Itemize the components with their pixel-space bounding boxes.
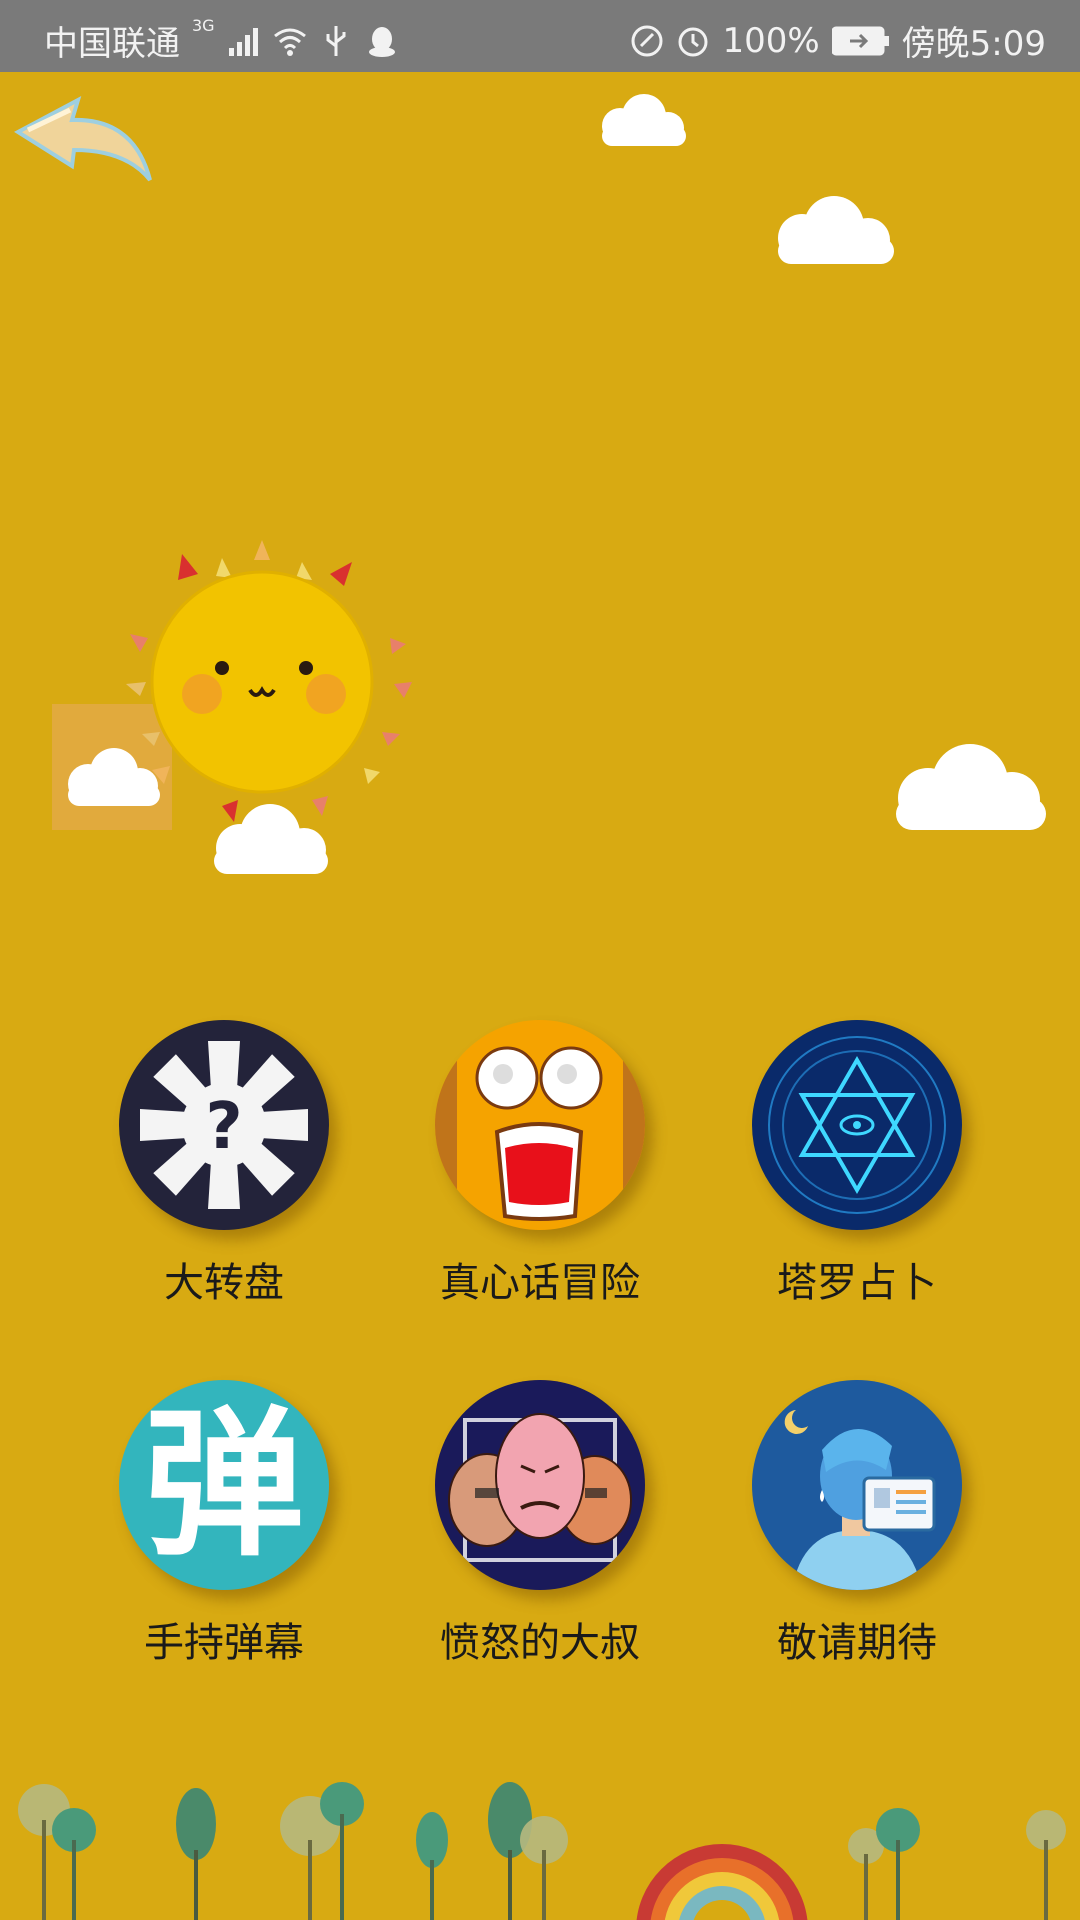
- cloud-icon: [896, 744, 1046, 830]
- cloud-icon: [68, 748, 160, 806]
- trees-decoration: [18, 1782, 1066, 1920]
- carrier-label: 中国联通: [44, 24, 180, 64]
- status-bar: 中国联通 3G 100% 傍晚5:09: [0, 0, 1080, 72]
- cloud-icon: [214, 804, 328, 874]
- back-arrow-icon[interactable]: [14, 94, 154, 182]
- clock: 傍晚5:09: [901, 24, 1046, 64]
- game-angry-uncle[interactable]: 愤怒的大叔: [410, 1380, 670, 1668]
- game-truth-or-dare[interactable]: 真心话冒险: [410, 1020, 670, 1308]
- game-label: 敬请期待: [777, 1620, 937, 1666]
- usb-icon: [326, 25, 346, 56]
- game-label: 手持弹幕: [144, 1620, 304, 1666]
- game-tarot[interactable]: 塔罗占卜: [727, 1020, 987, 1308]
- hexagram-icon: [752, 1020, 962, 1230]
- cloud-icon: [778, 196, 894, 264]
- game-danmu[interactable]: 弹 手持弹幕: [94, 1380, 354, 1668]
- wheel-icon: ?: [119, 1020, 329, 1230]
- danmu-glyph: 弹: [143, 1391, 304, 1578]
- data-saver-icon: [631, 25, 663, 56]
- wifi-icon: [273, 28, 306, 56]
- game-label: 愤怒的大叔: [440, 1620, 640, 1666]
- angry-faces-icon: [435, 1380, 645, 1590]
- battery-percent: 100%: [722, 20, 820, 61]
- coming-soon-icon: [752, 1380, 962, 1590]
- shocked-face-icon: [435, 1020, 645, 1230]
- game-wheel[interactable]: ? 大转盘: [94, 1020, 354, 1308]
- game-label: 塔罗占卜: [777, 1260, 937, 1306]
- cloud-icon: [602, 94, 686, 146]
- game-label: 大转盘: [164, 1260, 284, 1306]
- network-type: 3G: [192, 16, 215, 35]
- battery-icon: [831, 26, 889, 55]
- game-label: 真心话冒险: [440, 1260, 640, 1306]
- danmu-icon: 弹: [119, 1380, 329, 1590]
- svg-text:?: ?: [205, 1090, 242, 1164]
- alarm-icon: [678, 27, 708, 56]
- signal-icon: [228, 27, 258, 56]
- game-coming-soon[interactable]: 敬请期待: [727, 1380, 987, 1668]
- home-screen: ? 大转盘 真心话冒险 塔罗占卜 弹 手持弹幕 愤怒的大叔 敬请期待: [0, 72, 1080, 1920]
- qq-icon: [368, 26, 395, 57]
